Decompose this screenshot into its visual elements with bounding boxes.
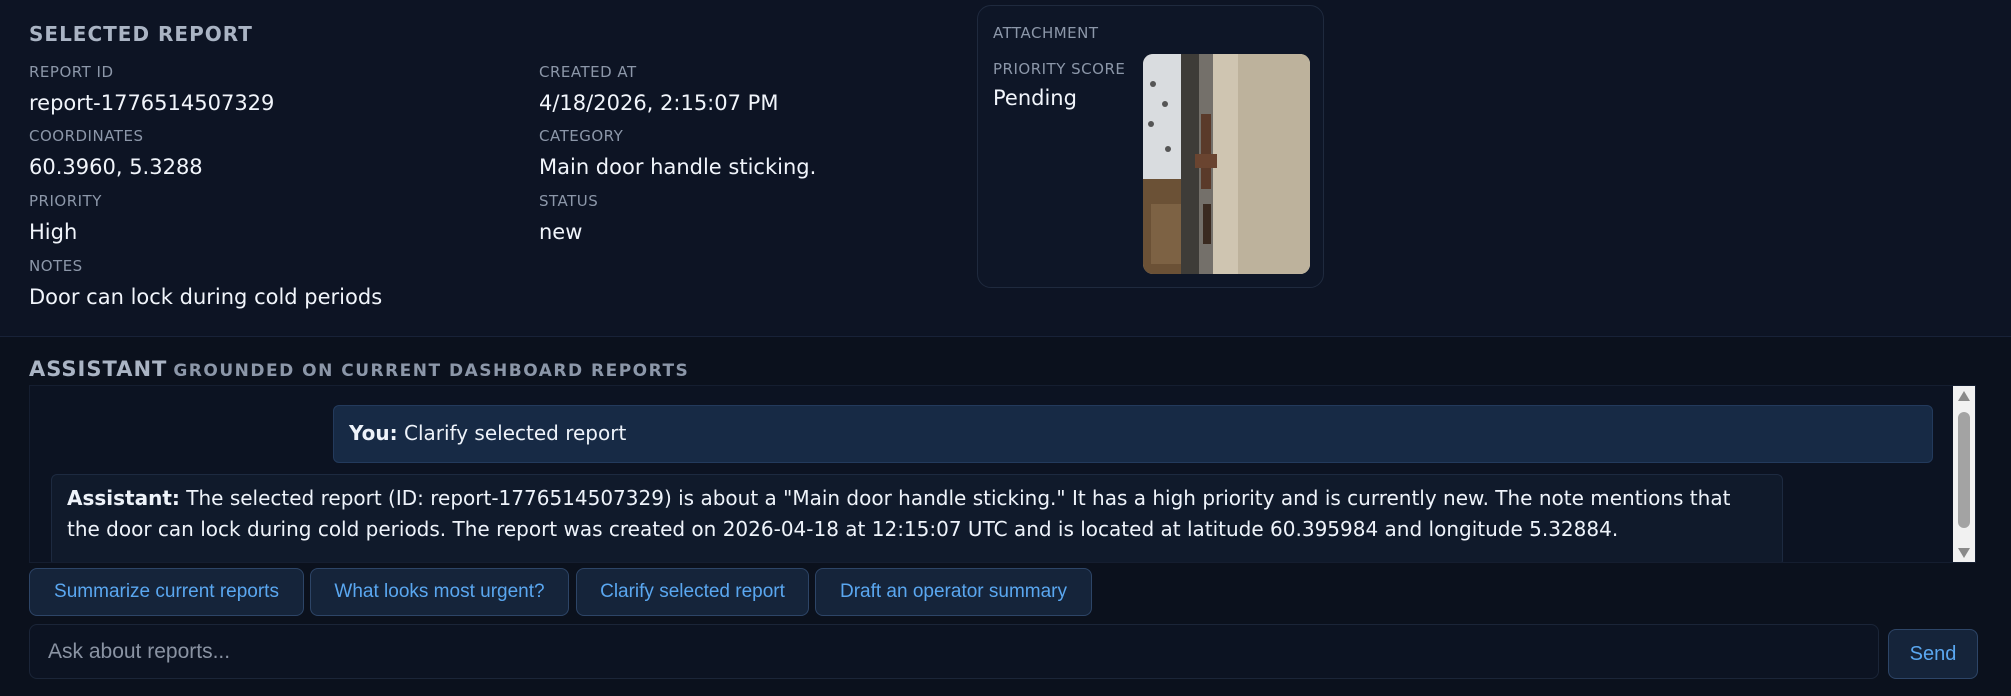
created-at-label: CREATED AT: [539, 63, 637, 81]
category-label: CATEGORY: [539, 127, 624, 145]
priority-label: PRIORITY: [29, 192, 102, 210]
notes-value: Door can lock during cold periods: [29, 285, 383, 309]
attachment-photo[interactable]: [1143, 54, 1310, 274]
assistant-message: Assistant: The selected report (ID: repo…: [51, 474, 1783, 562]
most-urgent-button[interactable]: What looks most urgent?: [310, 568, 569, 616]
chat-scrollbar[interactable]: [1953, 386, 1975, 562]
ask-input[interactable]: [29, 624, 1879, 679]
status-value: new: [539, 220, 583, 244]
assistant-title: ASSISTANT: [29, 357, 168, 381]
assistant-panel: ASSISTANT GROUNDED ON CURRENT DASHBOARD R…: [0, 337, 2011, 696]
message-text: Clarify selected report: [397, 421, 627, 445]
message-speaker: Assistant:: [67, 486, 180, 510]
selected-report-panel: SELECTED REPORT REPORT ID report-1776514…: [0, 0, 2011, 336]
category-value: Main door handle sticking.: [539, 155, 817, 179]
notes-label: NOTES: [29, 257, 83, 275]
coordinates-value: 60.3960, 5.3288: [29, 155, 203, 179]
priority-score-label: PRIORITY SCORE: [993, 60, 1126, 78]
coordinates-label: COORDINATES: [29, 127, 144, 145]
send-button[interactable]: Send: [1888, 629, 1978, 679]
scrollbar-thumb[interactable]: [1958, 412, 1970, 528]
attachment-card: ATTACHMENT PRIORITY SCORE Pending: [977, 5, 1324, 288]
message-speaker: You:: [349, 421, 398, 445]
assistant-subtitle: GROUNDED ON CURRENT DASHBOARD REPORTS: [173, 361, 690, 381]
report-id-value: report-1776514507329: [29, 91, 275, 115]
draft-summary-button[interactable]: Draft an operator summary: [815, 568, 1092, 616]
report-id-label: REPORT ID: [29, 63, 114, 81]
chat-log[interactable]: You: Clarify selected report Assistant: …: [29, 385, 1976, 563]
summarize-reports-button[interactable]: Summarize current reports: [29, 568, 304, 616]
priority-score-value: Pending: [993, 86, 1077, 110]
scroll-up-arrow-icon[interactable]: [1958, 391, 1970, 401]
created-at-value: 4/18/2026, 2:15:07 PM: [539, 91, 779, 115]
clarify-report-button[interactable]: Clarify selected report: [576, 568, 809, 616]
scroll-down-arrow-icon[interactable]: [1958, 548, 1970, 558]
status-label: STATUS: [539, 192, 599, 210]
selected-report-heading: SELECTED REPORT: [29, 22, 253, 46]
assistant-heading: ASSISTANT GROUNDED ON CURRENT DASHBOARD R…: [29, 357, 689, 381]
user-message: You: Clarify selected report: [333, 405, 1933, 463]
message-text: The selected report (ID: report-17765145…: [67, 486, 1731, 541]
priority-value: High: [29, 220, 78, 244]
attachment-label: ATTACHMENT: [993, 24, 1099, 42]
door-handle-photo-icon: [1143, 54, 1310, 274]
